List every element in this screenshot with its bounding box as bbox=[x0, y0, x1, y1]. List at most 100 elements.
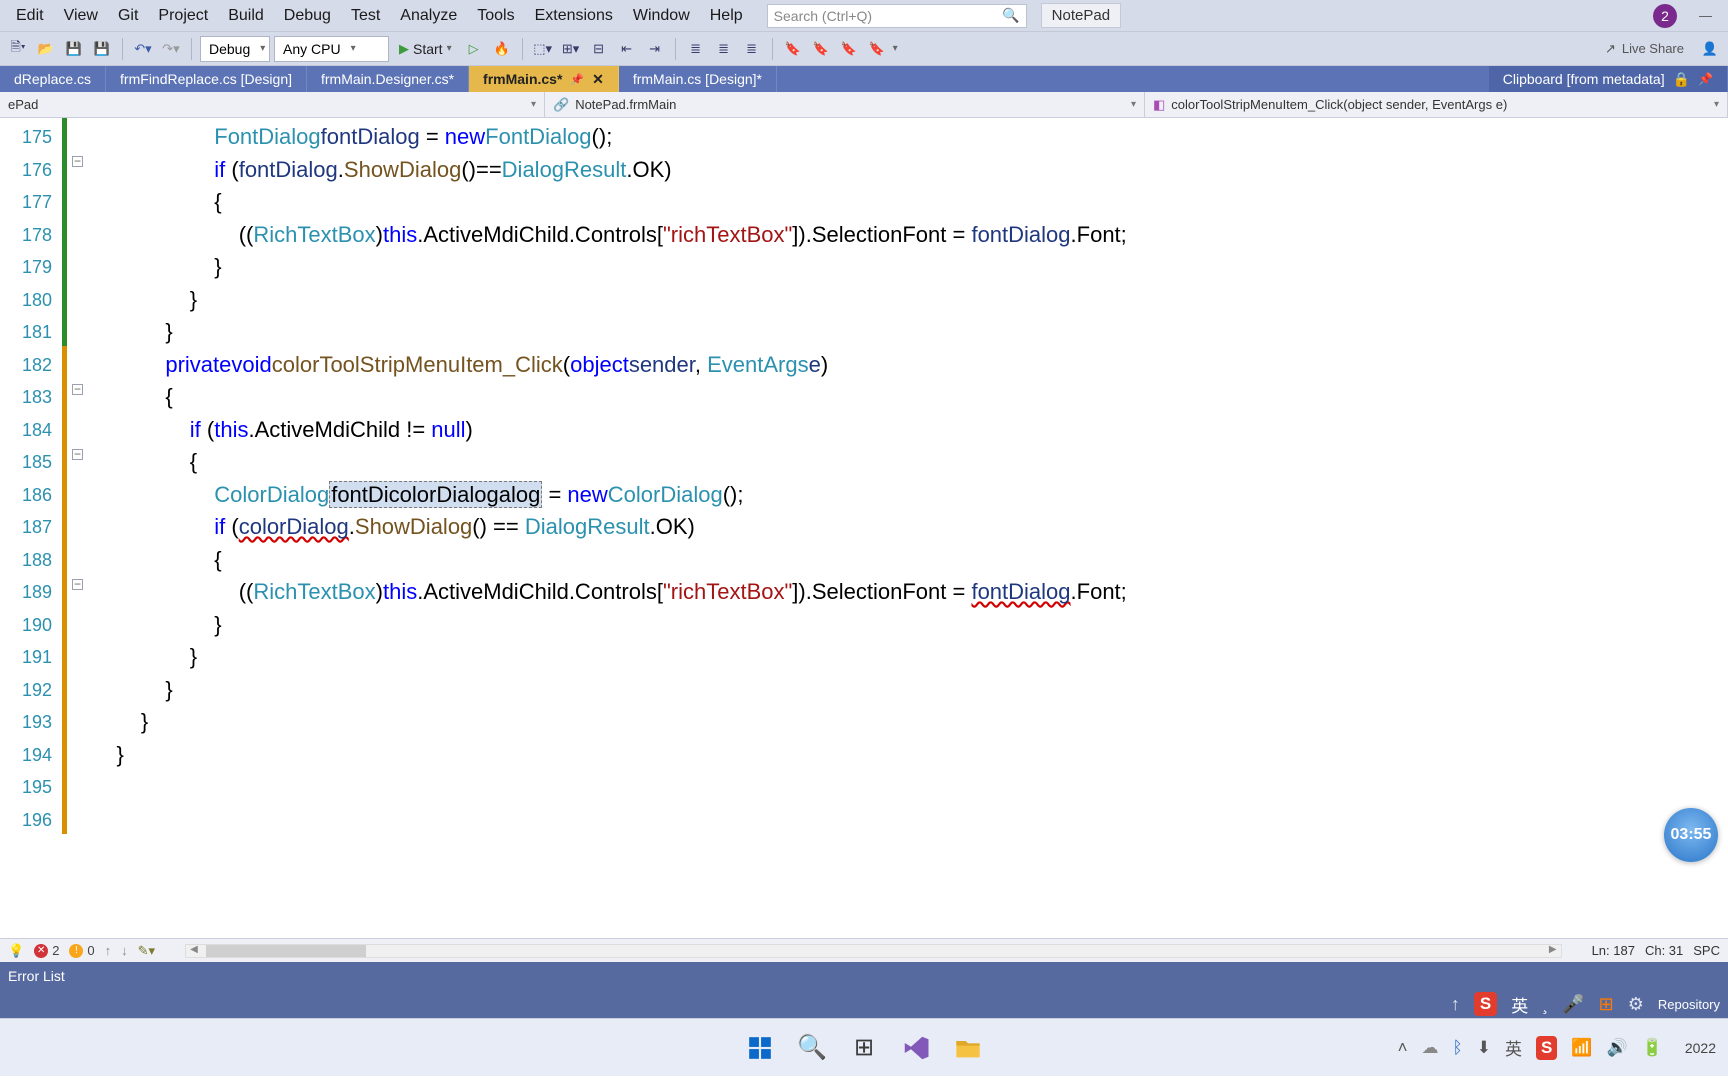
menu-edit[interactable]: Edit bbox=[6, 7, 54, 25]
step-into-button[interactable]: ⬚▾ bbox=[531, 37, 555, 61]
open-file-button[interactable]: 📂 bbox=[34, 37, 58, 61]
horizontal-scrollbar[interactable]: ◀ ▶ bbox=[185, 944, 1562, 958]
tab-designer[interactable]: frmMain.Designer.cs* bbox=[307, 66, 469, 92]
start-without-debug-button[interactable]: ▷ bbox=[462, 37, 486, 61]
search-box[interactable]: Search (Ctrl+Q) 🔍 bbox=[767, 4, 1027, 28]
feedback-button[interactable]: 👤 bbox=[1698, 37, 1722, 61]
menu-build[interactable]: Build bbox=[218, 7, 274, 25]
code-content[interactable]: FontDialogfontDialog = newFontDialog(); … bbox=[88, 118, 1728, 938]
visual-studio-icon[interactable] bbox=[899, 1031, 933, 1065]
code-editor[interactable]: 1751761771781791801811821831841851861871… bbox=[0, 118, 1728, 938]
tab-findreplace-design[interactable]: frmFindReplace.cs [Design] bbox=[106, 66, 307, 92]
ime-badge[interactable]: S bbox=[1474, 992, 1497, 1016]
menu-extensions[interactable]: Extensions bbox=[525, 7, 623, 25]
minimize-button[interactable]: — bbox=[1689, 8, 1722, 23]
ime-lang[interactable]: 英 bbox=[1511, 992, 1528, 1017]
sogou-tray-icon[interactable]: S bbox=[1536, 1036, 1557, 1060]
bookmark-button[interactable]: 🔖 bbox=[781, 37, 805, 61]
start-menu-icon[interactable] bbox=[743, 1031, 777, 1065]
menu-view[interactable]: View bbox=[54, 7, 108, 25]
redo-button[interactable]: ↷▾ bbox=[159, 37, 183, 61]
start-button[interactable]: ▶ Start ▾ bbox=[393, 36, 458, 62]
tab-label: frmMain.cs* bbox=[483, 71, 562, 87]
warning-count[interactable]: ! 0 bbox=[69, 943, 94, 958]
gear-icon[interactable]: ⚙ bbox=[1628, 994, 1644, 1015]
clock-widget[interactable]: 03:55 bbox=[1664, 808, 1718, 862]
warning-number: 0 bbox=[87, 943, 94, 958]
pin-icon[interactable]: 📌 bbox=[570, 73, 584, 86]
clock-year[interactable]: 2022 bbox=[1677, 1040, 1716, 1056]
layout-button[interactable]: ⊞▾ bbox=[559, 37, 583, 61]
fold-box[interactable] bbox=[72, 579, 83, 590]
upload-icon[interactable]: ↑ bbox=[1451, 994, 1460, 1015]
method-dropdown[interactable]: ◧ colorToolStripMenuItem_Click(object se… bbox=[1145, 92, 1728, 117]
fold-column[interactable] bbox=[70, 118, 88, 938]
menu-help[interactable]: Help bbox=[700, 7, 753, 25]
grid-icon[interactable]: ⊞ bbox=[1599, 994, 1614, 1015]
config-dropdown[interactable]: Debug▾ bbox=[200, 36, 270, 62]
undo-button[interactable]: ↶▾ bbox=[131, 37, 155, 61]
bookmark-nav2-button[interactable]: 🔖 bbox=[837, 37, 861, 61]
indent-button[interactable]: ⇥ bbox=[643, 37, 667, 61]
menu-test[interactable]: Test bbox=[341, 7, 390, 25]
pin-icon[interactable]: 📌 bbox=[1698, 72, 1713, 86]
light-bulb-icon[interactable]: 💡 bbox=[8, 943, 24, 959]
comment-out-button[interactable]: ≣ bbox=[684, 37, 708, 61]
save-button[interactable]: 💾 bbox=[62, 37, 86, 61]
onedrive-icon[interactable]: ☁ bbox=[1422, 1038, 1439, 1058]
tab-frmmain-design[interactable]: frmMain.cs [Design]* bbox=[619, 66, 777, 92]
outdent-button[interactable]: ⇤ bbox=[615, 37, 639, 61]
tab-clipboard-metadata[interactable]: Clipboard [from metadata] 🔒 📌 bbox=[1489, 66, 1728, 92]
fold-box[interactable] bbox=[72, 384, 83, 395]
hot-reload-button[interactable]: 🔥 bbox=[490, 37, 514, 61]
menu-window[interactable]: Window bbox=[623, 7, 700, 25]
nav-down-icon[interactable]: ↓ bbox=[121, 943, 128, 958]
repository-label[interactable]: Repository bbox=[1658, 997, 1720, 1012]
error-count[interactable]: ✕ 2 bbox=[34, 943, 59, 958]
format-button[interactable]: ≣ bbox=[740, 37, 764, 61]
save-all-button[interactable]: 💾 bbox=[90, 37, 114, 61]
wifi-icon[interactable]: 📶 bbox=[1571, 1038, 1592, 1058]
toggle-button[interactable]: ⊟ bbox=[587, 37, 611, 61]
fold-box[interactable] bbox=[72, 449, 83, 460]
uncomment-button[interactable]: ≣ bbox=[712, 37, 736, 61]
ime-tray-icon[interactable]: 英 bbox=[1505, 1035, 1522, 1060]
volume-icon[interactable]: 🔊 bbox=[1607, 1038, 1628, 1058]
tray-expand-icon[interactable]: ˄ bbox=[1398, 1038, 1408, 1058]
menu-project[interactable]: Project bbox=[148, 7, 218, 25]
line-indicator[interactable]: Ln: 187 bbox=[1592, 943, 1635, 958]
bookmark-nav-button[interactable]: 🔖 bbox=[809, 37, 833, 61]
indent-mode[interactable]: SPC bbox=[1693, 943, 1720, 958]
platform-dropdown[interactable]: Any CPU▾ bbox=[274, 36, 389, 62]
tab-dreplace[interactable]: dReplace.cs bbox=[0, 66, 106, 92]
download-icon[interactable]: ⬇ bbox=[1477, 1038, 1491, 1058]
error-list-tab[interactable]: Error List bbox=[8, 968, 65, 984]
menu-tools[interactable]: Tools bbox=[467, 7, 524, 25]
search-icon[interactable]: 🔍 bbox=[795, 1031, 829, 1065]
bluetooth-icon[interactable]: ᛒ bbox=[1453, 1038, 1463, 1058]
line-gutter: 1751761771781791801811821831841851861871… bbox=[0, 118, 62, 938]
menu-debug[interactable]: Debug bbox=[274, 7, 341, 25]
file-explorer-icon[interactable] bbox=[951, 1031, 985, 1065]
live-share-button[interactable]: ↗ Live Share bbox=[1605, 41, 1684, 57]
scope-dropdown[interactable]: ePad ▾ bbox=[0, 92, 545, 117]
battery-icon[interactable]: 🔋 bbox=[1642, 1038, 1663, 1058]
mic-icon[interactable]: 🎤 bbox=[1562, 994, 1584, 1015]
tab-frmmain-active[interactable]: frmMain.cs* 📌 ✕ bbox=[469, 66, 619, 92]
ime-comma-icon[interactable]: ¸ bbox=[1542, 994, 1548, 1015]
pen-icon[interactable]: ✎▾ bbox=[138, 943, 155, 959]
user-avatar[interactable]: 2 bbox=[1653, 4, 1677, 28]
close-icon[interactable]: ✕ bbox=[592, 71, 604, 88]
menu-git[interactable]: Git bbox=[108, 7, 148, 25]
fold-box[interactable] bbox=[72, 156, 83, 167]
solution-name-badge[interactable]: NotePad bbox=[1041, 3, 1121, 28]
nav-up-icon[interactable]: ↑ bbox=[105, 943, 112, 958]
scrollbar-thumb[interactable] bbox=[206, 945, 366, 957]
new-item-button[interactable]: 🗎▾ bbox=[6, 37, 30, 61]
menu-analyze[interactable]: Analyze bbox=[390, 7, 467, 25]
column-indicator[interactable]: Ch: 31 bbox=[1645, 943, 1683, 958]
class-dropdown[interactable]: 🔗 NotePad.frmMain ▾ bbox=[545, 92, 1145, 117]
task-view-icon[interactable]: ⊞ bbox=[847, 1031, 881, 1065]
bookmark-clear-button[interactable]: 🔖 bbox=[865, 37, 889, 61]
class-label: NotePad.frmMain bbox=[575, 97, 676, 112]
